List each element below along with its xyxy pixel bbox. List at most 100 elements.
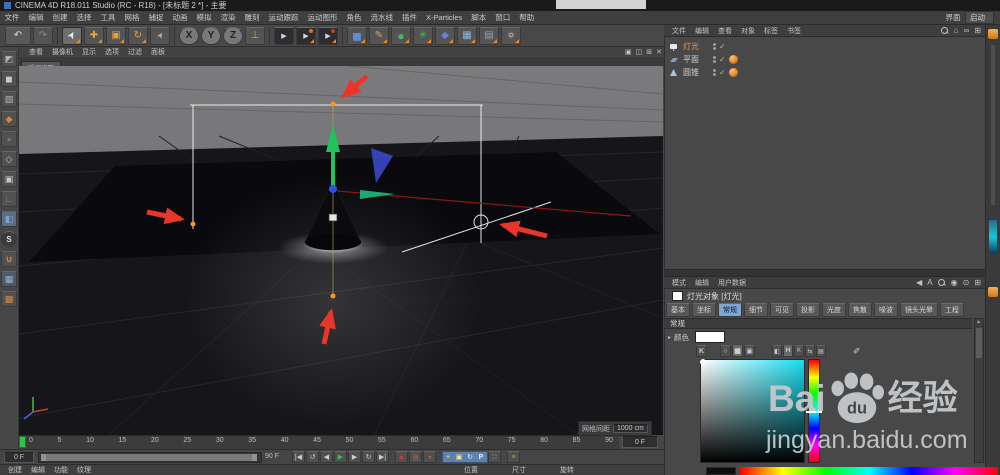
viewport-corner-icon-3[interactable]: ⊞ <box>646 48 652 56</box>
live-selection-tool-button[interactable]: ➤ <box>62 27 82 45</box>
visibility-dots[interactable] <box>713 56 716 64</box>
workplane-align-icon[interactable]: ▩ <box>1 291 17 307</box>
menu-item-plugins[interactable]: 插件 <box>398 12 422 23</box>
viewport-menu-filter[interactable]: 过滤 <box>128 47 142 57</box>
add-deformer-button[interactable]: ◆ <box>435 27 455 45</box>
tab-basic[interactable]: 基本 <box>666 303 690 317</box>
lock-icon[interactable]: ⊙ <box>963 278 970 287</box>
viewport-corner-icon-4[interactable]: ✕ <box>656 48 662 56</box>
object-name[interactable]: 平面 <box>683 54 699 65</box>
add-generator-button[interactable]: ● <box>391 27 411 45</box>
menu-item-mograph[interactable]: 运动图形 <box>303 12 342 23</box>
menu-item-file[interactable]: 文件 <box>0 12 24 23</box>
om-menu-view[interactable]: 查看 <box>718 26 732 36</box>
menu-item-pipeline[interactable]: 流水线 <box>366 12 398 23</box>
record-parameter-toggle[interactable]: P <box>476 451 486 463</box>
value-mode-mix-icon[interactable]: ⇆ <box>805 345 815 357</box>
add-light-button[interactable]: ○ <box>501 27 521 45</box>
menu-item-create[interactable]: 创建 <box>48 12 72 23</box>
color-sv-field[interactable] <box>700 359 805 463</box>
tab-lens-flare[interactable]: 镜头光晕 <box>900 303 938 317</box>
play-reverse-button[interactable]: ↺ <box>306 451 319 463</box>
viewport-menu-panel[interactable]: 面板 <box>151 47 165 57</box>
range-slider-handle[interactable] <box>41 454 257 461</box>
keyframe-selection-button[interactable]: ◑ <box>423 451 436 463</box>
next-frame-button[interactable]: ▶ <box>348 451 361 463</box>
lock-y-axis-button[interactable]: Y <box>201 27 221 45</box>
texture-mode-icon[interactable]: ▨ <box>1 91 17 107</box>
dock-icon[interactable]: ⊞ <box>974 278 981 287</box>
material-menu-function[interactable]: 功能 <box>54 465 68 475</box>
om-menu-objects[interactable]: 对象 <box>741 26 755 36</box>
menu-item-script[interactable]: 脚本 <box>467 12 491 23</box>
menu-item-motion-tracker[interactable]: 运动跟踪 <box>264 12 303 23</box>
material-menu-texture[interactable]: 纹理 <box>77 465 91 475</box>
tab-general[interactable]: 常规 <box>718 303 742 317</box>
polygons-mode-icon[interactable]: ▣ <box>1 171 17 187</box>
solo-button[interactable]: ≡ <box>507 451 520 463</box>
last-tool-button[interactable]: ➤ <box>150 27 170 45</box>
record-button[interactable]: ● <box>395 451 408 463</box>
range-start-box[interactable]: 0 F <box>4 452 34 463</box>
value-mode-kelvin-icon[interactable]: K <box>794 345 804 357</box>
lock-x-axis-button[interactable]: X <box>179 27 199 45</box>
rotate-tool-button[interactable]: ↻ <box>128 27 148 45</box>
viewport-menu-cameras[interactable]: 摄像机 <box>52 47 73 57</box>
visibility-dots[interactable] <box>713 43 716 51</box>
coordinate-system-button[interactable]: ⊥ <box>245 27 265 45</box>
record-scale-toggle[interactable]: ▣ <box>454 451 464 463</box>
add-cube-button[interactable]: ◼ <box>347 27 367 45</box>
timeline-range-slider[interactable] <box>38 452 262 463</box>
viewport-solo-icon[interactable]: ◧ <box>1 211 17 227</box>
model-mode-icon[interactable]: ◼ <box>1 71 17 87</box>
dock-scroll-line[interactable] <box>991 45 995 205</box>
tab-noise[interactable]: 噪波 <box>874 303 898 317</box>
goto-end-button[interactable]: ▶| <box>376 451 389 463</box>
scale-tool-button[interactable]: ▣ <box>106 27 126 45</box>
om-menu-bookmarks[interactable]: 书签 <box>787 26 801 36</box>
render-settings-button[interactable]: ▶ <box>318 27 338 45</box>
home-icon[interactable]: ⌂ <box>954 26 959 35</box>
timeline-playhead[interactable] <box>19 436 26 448</box>
add-mograph-button[interactable]: ✳ <box>413 27 433 45</box>
make-editable-icon[interactable]: ◩ <box>1 51 17 67</box>
tab-photometric[interactable]: 光度 <box>822 303 846 317</box>
tab-caustics[interactable]: 焦散 <box>848 303 872 317</box>
section-header-general[interactable]: 常规 <box>664 318 972 329</box>
current-frame-box[interactable]: 0 F <box>622 436 658 448</box>
om-menu-edit[interactable]: 编辑 <box>695 26 709 36</box>
attribute-scrollbar[interactable]: ▲ <box>974 318 984 463</box>
magnet-icon[interactable]: ∪ <box>1 251 17 267</box>
am-menu-userdata[interactable]: 用户数据 <box>718 278 746 288</box>
timeline-ruler[interactable]: 0 5 10 15 20 25 30 35 40 45 50 55 60 65 … <box>19 435 619 449</box>
scroll-up-arrow[interactable]: ▲ <box>976 319 981 325</box>
tab-shadow[interactable]: 投影 <box>796 303 820 317</box>
back-arrow-icon[interactable]: ◀ <box>916 278 922 287</box>
axis-mode-icon[interactable]: ∟ <box>1 191 17 207</box>
prev-frame-button[interactable]: ◀ <box>320 451 333 463</box>
menu-item-edit[interactable]: 编辑 <box>24 12 48 23</box>
viewport-scene[interactable] <box>19 66 663 435</box>
tab-details[interactable]: 细节 <box>744 303 768 317</box>
search-icon[interactable] <box>938 279 946 287</box>
record-position-toggle[interactable]: + <box>443 451 453 463</box>
value-mode-hsv-icon[interactable]: H <box>783 345 793 357</box>
menu-item-select[interactable]: 选择 <box>72 12 96 23</box>
record-rotation-toggle[interactable]: ↻ <box>465 451 475 463</box>
object-row-plane[interactable]: 平面 ✓ <box>668 53 968 66</box>
enabled-check-icon[interactable]: ✓ <box>719 42 726 51</box>
value-mode-1-icon[interactable]: ◧ <box>772 345 782 357</box>
points-mode-icon[interactable]: ▫ <box>1 131 17 147</box>
letter-a-icon[interactable]: A <box>927 278 932 287</box>
viewport-menu-options[interactable]: 选项 <box>105 47 119 57</box>
add-environment-button[interactable]: ▦ <box>457 27 477 45</box>
viewport-menu-view[interactable]: 查看 <box>29 47 43 57</box>
expand-arrow-icon[interactable]: ▸ <box>668 334 671 341</box>
tab-visibility[interactable]: 可见 <box>770 303 794 317</box>
kelvin-mode-icon[interactable]: K <box>696 345 707 357</box>
menu-item-sculpt[interactable]: 雕刻 <box>240 12 264 23</box>
material-menu-create[interactable]: 创建 <box>8 465 22 475</box>
menu-item-help[interactable]: 帮助 <box>515 12 539 23</box>
enabled-check-icon[interactable]: ✓ <box>719 55 726 64</box>
menu-item-simulate[interactable]: 模拟 <box>192 12 216 23</box>
